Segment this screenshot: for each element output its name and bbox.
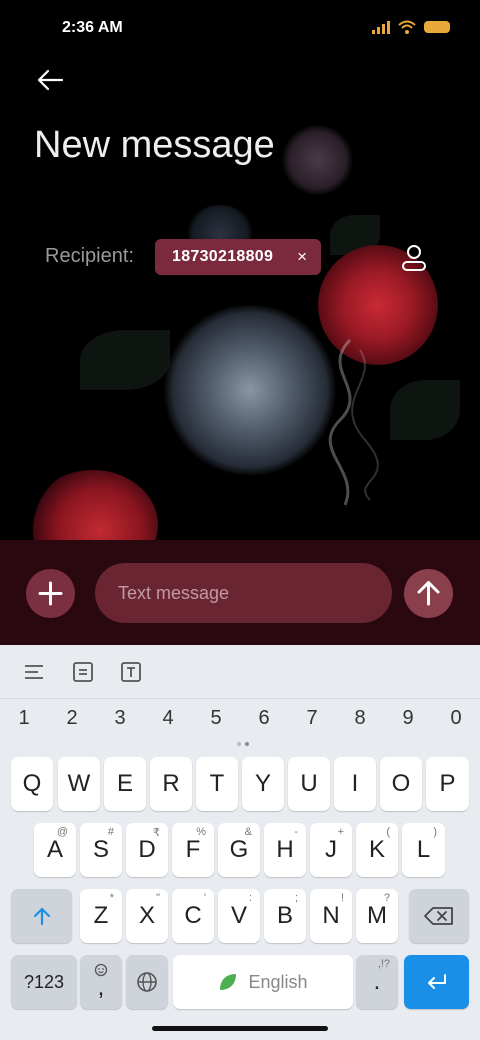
key-1[interactable]: 1 xyxy=(12,707,36,730)
key-3[interactable]: 3 xyxy=(108,707,132,730)
plus-icon xyxy=(38,581,63,606)
key-s[interactable]: # S xyxy=(80,823,122,877)
text-box-icon[interactable] xyxy=(120,661,142,683)
emoji-comma-key[interactable]: , xyxy=(80,955,122,1009)
key-u[interactable]: U xyxy=(288,757,330,811)
recipient-number: 18730218809 xyxy=(172,248,274,265)
key-b[interactable]: ; B xyxy=(264,889,306,943)
key-c[interactable]: ' C xyxy=(172,889,214,943)
leaf-icon xyxy=(220,974,237,990)
home-indicator[interactable] xyxy=(152,1026,328,1031)
key-k[interactable]: (K xyxy=(356,823,398,877)
key-9[interactable]: 9 xyxy=(396,707,420,730)
key-6[interactable]: 6 xyxy=(252,707,276,730)
key-q[interactable]: Q xyxy=(11,757,53,811)
leaf-decoration xyxy=(390,380,460,440)
status-icons xyxy=(372,20,450,34)
message-input[interactable]: Text message xyxy=(95,563,392,623)
smoke-decoration xyxy=(328,338,379,506)
keyboard: 1 2 3 4 5 6 7 8 9 0 Q W E R T Y U I O P … xyxy=(0,645,480,1040)
key-n[interactable]: ! N xyxy=(310,889,352,943)
number-row: 1 2 3 4 5 6 7 8 9 0 xyxy=(0,707,480,741)
shift-key[interactable] xyxy=(11,889,72,943)
period-key[interactable]: ,!? . xyxy=(356,955,398,1009)
key-h[interactable]: -H xyxy=(264,823,306,877)
battery-icon xyxy=(424,21,450,33)
arrow-left-icon xyxy=(37,69,64,91)
key-8[interactable]: 8 xyxy=(348,707,372,730)
key-2[interactable]: 2 xyxy=(60,707,84,730)
status-bar: 2:36 AM xyxy=(0,0,480,56)
enter-icon xyxy=(427,974,446,989)
key-x[interactable]: " X xyxy=(126,889,168,943)
wifi-icon xyxy=(398,20,416,34)
key-f[interactable]: % F xyxy=(172,823,214,877)
remove-recipient-button[interactable]: × xyxy=(297,247,307,267)
key-j[interactable]: + J xyxy=(310,823,352,877)
clipboard-icon[interactable] xyxy=(72,661,94,683)
key-m[interactable]: ? M xyxy=(356,889,398,943)
language-key[interactable] xyxy=(126,955,168,1009)
enter-key[interactable] xyxy=(404,955,469,1009)
key-0[interactable]: 0 xyxy=(444,707,468,730)
page-dots xyxy=(237,742,251,748)
key-5[interactable]: 5 xyxy=(204,707,228,730)
signal-icon xyxy=(372,20,390,34)
key-v[interactable]: :V xyxy=(218,889,260,943)
key-e[interactable]: E xyxy=(104,757,146,811)
key-i[interactable]: I xyxy=(334,757,376,811)
backspace-key[interactable] xyxy=(409,889,469,943)
key-7[interactable]: 7 xyxy=(300,707,324,730)
symbols-key[interactable]: ?123 xyxy=(11,955,77,1009)
recipient-chip[interactable]: 18730218809 × xyxy=(155,239,321,275)
keyboard-toolbar xyxy=(0,645,480,699)
key-4[interactable]: 4 xyxy=(156,707,180,730)
backspace-icon xyxy=(424,907,453,925)
globe-icon xyxy=(137,972,157,992)
space-key[interactable]: English xyxy=(173,955,353,1009)
shift-arrow-icon xyxy=(33,907,50,926)
key-o[interactable]: O xyxy=(380,757,422,811)
key-z[interactable]: * Z xyxy=(80,889,122,943)
key-y[interactable]: Y xyxy=(242,757,284,811)
compose-bar: Text message xyxy=(0,540,480,645)
page-title: New message xyxy=(34,124,275,166)
person-icon xyxy=(402,245,426,271)
arrow-up-icon xyxy=(417,581,440,606)
rose-decoration xyxy=(28,470,158,540)
key-p[interactable]: P xyxy=(426,757,469,811)
key-l[interactable]: ) L xyxy=(402,823,445,877)
key-w[interactable]: W xyxy=(58,757,100,811)
key-g[interactable]: & G xyxy=(218,823,260,877)
contact-picker-button[interactable] xyxy=(398,242,430,274)
back-button[interactable] xyxy=(34,64,68,98)
key-r[interactable]: R xyxy=(150,757,192,811)
key-a[interactable]: @ A xyxy=(34,823,76,877)
status-time: 2:36 AM xyxy=(62,19,123,36)
rose-decoration xyxy=(280,125,355,195)
key-t[interactable]: T xyxy=(196,757,238,811)
send-button[interactable] xyxy=(404,569,453,618)
leaf-decoration xyxy=(80,330,170,390)
attach-button[interactable] xyxy=(26,569,75,618)
menu-lines-icon[interactable] xyxy=(23,661,45,683)
recipient-label: Recipient: xyxy=(45,245,134,267)
key-d[interactable]: ₹ D xyxy=(126,823,168,877)
